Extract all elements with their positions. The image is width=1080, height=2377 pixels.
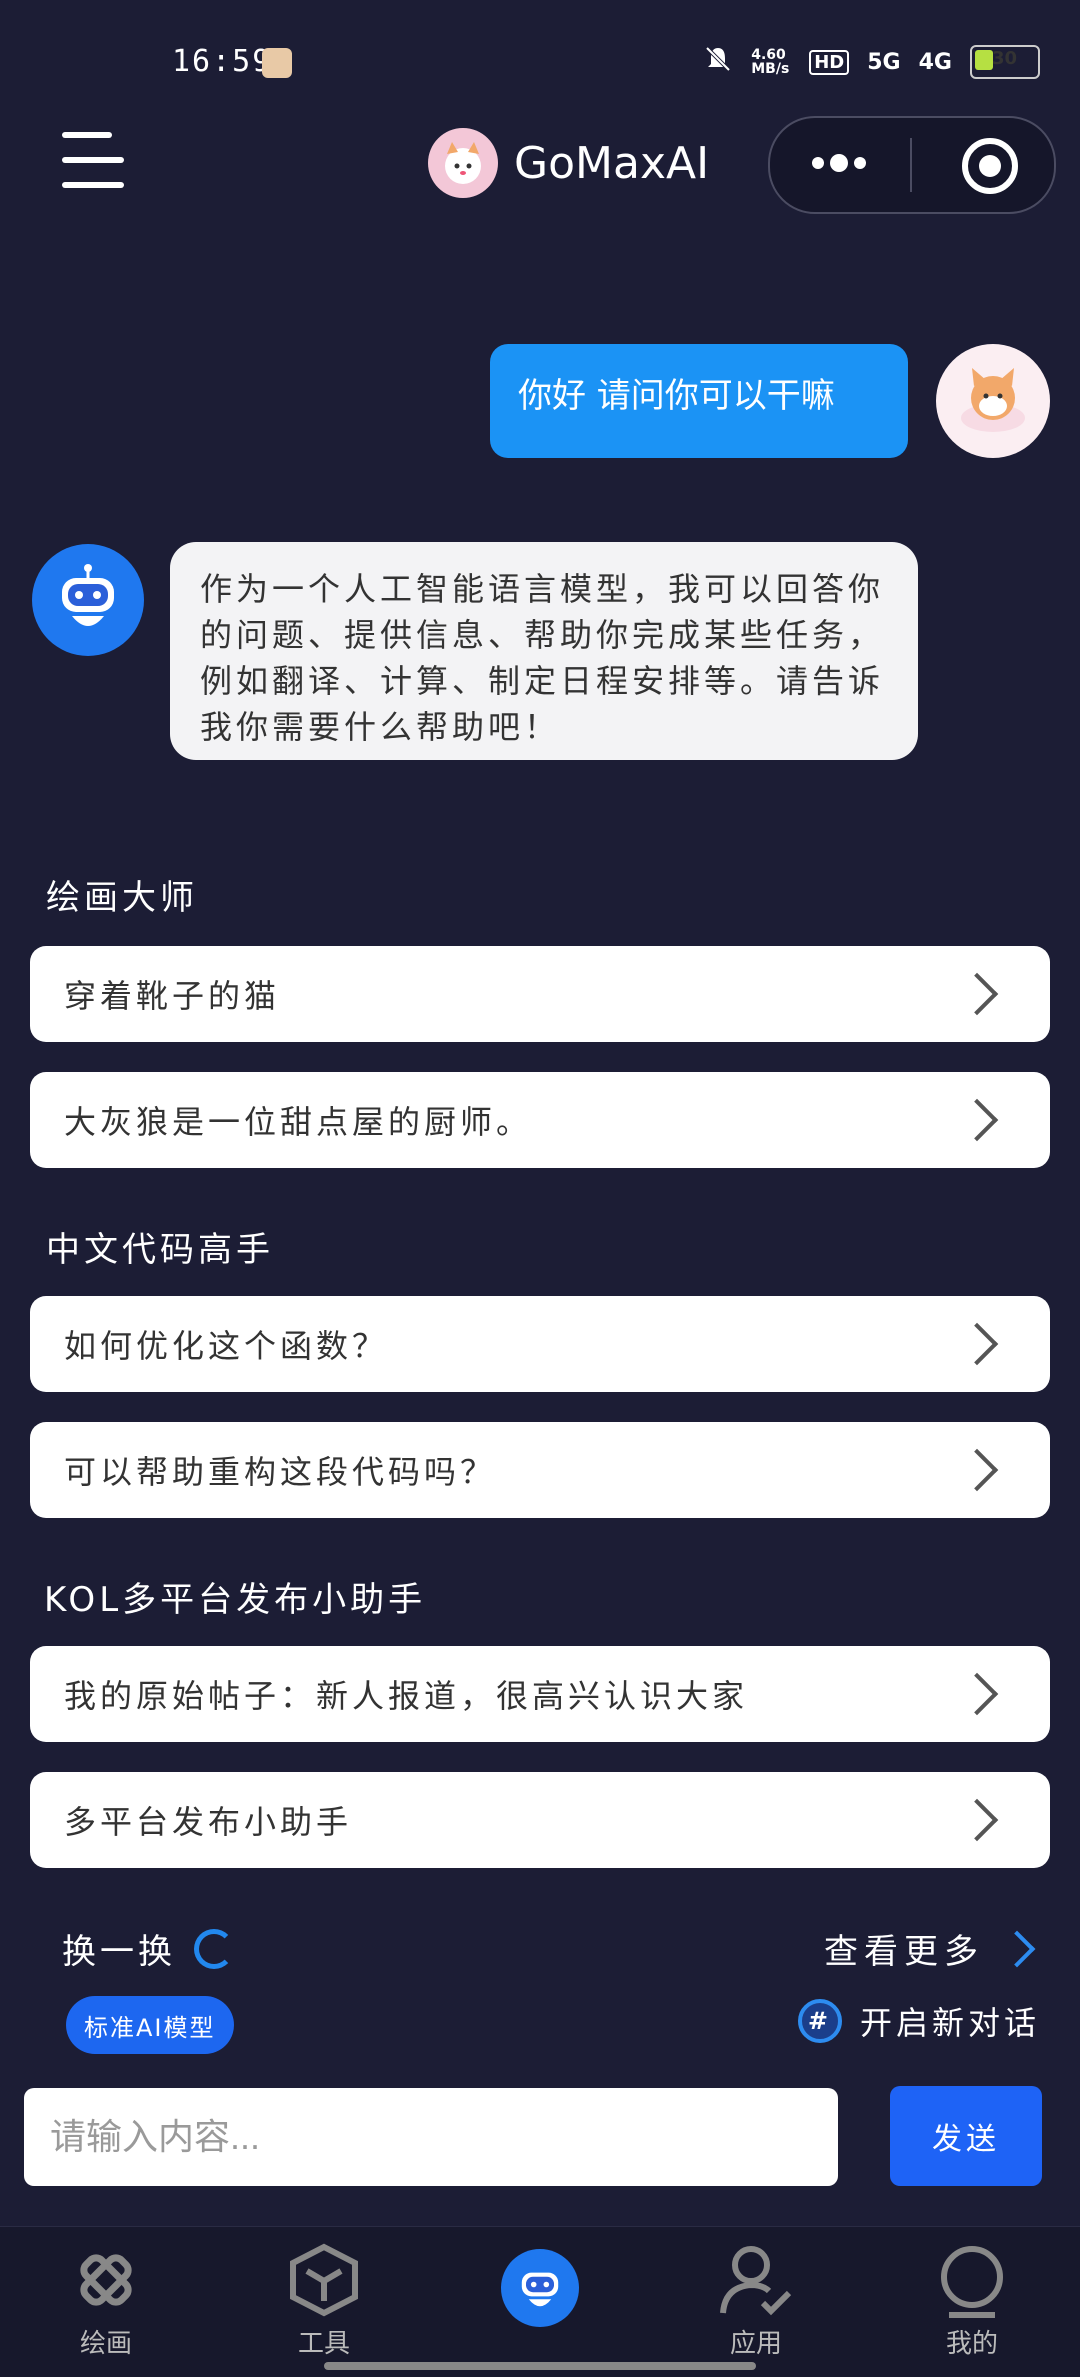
nav-item-chat[interactable] (470, 2249, 610, 2331)
nav-item-apps[interactable]: 应用 (686, 2241, 826, 2360)
bottom-nav: 绘画 工具 应用 我的 (0, 2226, 1080, 2377)
robot-icon (501, 2249, 579, 2327)
nav-item-profile[interactable]: 我的 (902, 2241, 1042, 2360)
signal-5g: 5G (867, 49, 901, 75)
app-title: GoMaxAI (514, 138, 710, 189)
message-input[interactable] (24, 2088, 838, 2186)
chevron-right-icon (955, 1798, 999, 1842)
prompt-text: 可以帮助重构这段代码吗？ (64, 1453, 497, 1491)
nav-label: 绘画 (79, 2329, 132, 2359)
hash-icon: # (797, 1999, 842, 2043)
cube-icon (285, 2241, 363, 2319)
nav-label: 工具 (297, 2329, 350, 2359)
nav-label: 我的 (945, 2329, 998, 2359)
more-options-icon[interactable] (812, 154, 866, 172)
chevron-right-icon (998, 1930, 1036, 1967)
net-speed: 4.60 MB/s (751, 47, 790, 77)
new-chat-button[interactable]: # 开启新对话 (797, 1998, 1040, 2044)
prompt-card[interactable]: 大灰狼是一位甜点屋的厨师。 (30, 1072, 1050, 1168)
signal-4g: 4G (918, 49, 952, 75)
chevron-right-icon (955, 1098, 999, 1142)
user-avatar (936, 344, 1050, 458)
paint-icon (67, 2241, 145, 2319)
section-title-kol: KOL多平台发布小助手 (44, 1580, 427, 1620)
prompt-text: 多平台发布小助手 (64, 1803, 353, 1841)
chevron-right-icon (955, 1322, 999, 1366)
refresh-icon (194, 1928, 234, 1969)
status-time: 16:59 (172, 44, 273, 79)
swap-button[interactable]: 换一换 (62, 1924, 234, 1973)
nav-label: 应用 (729, 2329, 782, 2359)
status-icons: 4.60 MB/s HD 5G 4G 30 (703, 44, 1040, 80)
hd-badge: HD (809, 49, 850, 75)
swap-label: 换一换 (62, 1932, 176, 1972)
status-bar: 16:59 4.60 MB/s HD 5G 4G 30 (0, 0, 1080, 120)
prompt-card[interactable]: 如何优化这个函数？ (30, 1296, 1050, 1392)
prompt-card[interactable]: 可以帮助重构这段代码吗？ (30, 1422, 1050, 1518)
prompt-card[interactable]: 多平台发布小助手 (30, 1772, 1050, 1868)
prompt-text: 如何优化这个函数？ (64, 1327, 389, 1365)
nav-item-paint[interactable]: 绘画 (36, 2241, 176, 2360)
mini-program-capsule (768, 116, 1056, 214)
section-title-painting: 绘画大师 (46, 878, 198, 918)
view-more-label: 查看更多 (824, 1932, 984, 1972)
chevron-right-icon (955, 1448, 999, 1492)
mute-icon (703, 44, 733, 80)
user-check-icon (717, 2241, 795, 2319)
bot-message-bubble: 作为一个人工智能语言模型，我可以回答你的问题、提供信息、帮助你完成某些任务，例如… (170, 542, 918, 760)
chevron-right-icon (955, 1672, 999, 1716)
bot-avatar (32, 544, 144, 656)
send-button[interactable]: 发送 (890, 2086, 1042, 2186)
prompt-text: 我的原始帖子：新人报道，很高兴认识大家 (64, 1677, 749, 1715)
new-chat-label: 开启新对话 (859, 2004, 1040, 2042)
home-indicator[interactable] (324, 2362, 756, 2370)
battery-level: 30 (992, 48, 1018, 69)
view-more-button[interactable]: 查看更多 (824, 1924, 1036, 1973)
app-logo-icon (428, 128, 498, 198)
prompt-text: 穿着靴子的猫 (64, 977, 281, 1015)
nav-item-tools[interactable]: 工具 (254, 2241, 394, 2360)
model-selector-button[interactable]: 标准AI模型 (66, 1996, 234, 2054)
prompt-card[interactable]: 我的原始帖子：新人报道，很高兴认识大家 (30, 1646, 1050, 1742)
close-target-icon[interactable] (962, 138, 1018, 194)
notification-avatar-icon (262, 48, 292, 78)
prompt-text: 大灰狼是一位甜点屋的厨师。 (64, 1103, 533, 1141)
section-title-code: 中文代码高手 (46, 1230, 274, 1270)
user-message-bubble: 你好 请问你可以干嘛 (490, 344, 908, 458)
profile-icon (933, 2241, 1011, 2319)
menu-icon[interactable] (62, 132, 124, 188)
chevron-right-icon (955, 972, 999, 1016)
prompt-card[interactable]: 穿着靴子的猫 (30, 946, 1050, 1042)
battery-icon: 30 (970, 45, 1040, 79)
